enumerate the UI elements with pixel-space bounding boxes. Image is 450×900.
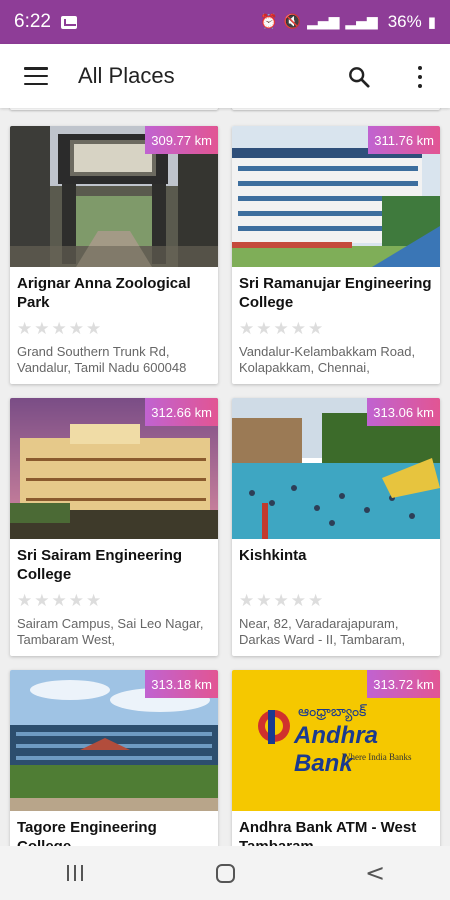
place-name: Andhra Bank ATM - West Tambaram	[239, 819, 417, 846]
star-icon[interactable]: ★	[291, 591, 306, 611]
place-name: Kishkinta	[239, 547, 307, 564]
place-name: Sri Ramanujar Engineering College	[239, 275, 432, 311]
place-card[interactable]: 312.66 km Sri Sairam Engineering College…	[10, 398, 218, 656]
rating-stars[interactable]: ★ ★ ★ ★ ★	[17, 591, 101, 611]
more-options-icon[interactable]	[412, 64, 428, 90]
star-icon[interactable]: ★	[256, 591, 271, 611]
rating-stars[interactable]: ★ ★ ★ ★ ★	[239, 591, 323, 611]
hamburger-menu-icon[interactable]	[24, 67, 48, 85]
distance-badge: 313.72 km	[367, 670, 440, 698]
place-name: Tagore Engineering College	[17, 819, 157, 846]
status-time: 6:22	[14, 11, 51, 32]
card-partial	[232, 108, 440, 110]
star-icon[interactable]: ★	[274, 591, 289, 611]
star-icon[interactable]: ★	[239, 319, 254, 339]
page-title: All Places	[78, 63, 175, 88]
star-icon[interactable]: ★	[256, 319, 271, 339]
home-button[interactable]	[195, 863, 255, 883]
card-partial	[10, 108, 218, 110]
place-name: Sri Sairam Engineering College	[17, 547, 183, 583]
distance-badge: 309.77 km	[145, 126, 218, 154]
mute-icon: 🔇	[283, 14, 302, 30]
search-icon[interactable]	[348, 66, 370, 88]
battery-percentage: 36%	[387, 12, 422, 31]
message-notification-icon	[60, 15, 77, 29]
star-icon[interactable]: ★	[17, 591, 32, 611]
signal-icon-2: ▂▄▆	[345, 14, 378, 30]
logo-tagline-text: Where India Banks	[342, 752, 412, 762]
star-icon[interactable]: ★	[34, 319, 49, 339]
app-bar: All Places	[0, 44, 450, 108]
star-icon[interactable]: ★	[86, 591, 101, 611]
star-icon[interactable]: ★	[52, 319, 67, 339]
logo-script-text: ఆంధ్రాబ్యాంక్	[298, 704, 367, 720]
rating-stars[interactable]: ★ ★ ★ ★ ★	[17, 319, 101, 339]
place-card[interactable]: 313.06 km Kishkinta ★ ★ ★ ★ ★ Near, 82, Vara…	[232, 398, 440, 656]
star-icon[interactable]: ★	[52, 591, 67, 611]
distance-badge: 311.76 km	[368, 126, 440, 154]
star-icon[interactable]: ★	[86, 319, 101, 339]
system-navigation-bar: <	[0, 846, 450, 900]
star-icon[interactable]: ★	[308, 319, 323, 339]
status-icons: ⏰ 🔇 ▂▄▆ ▂▄▆ 36% ▮	[260, 12, 436, 32]
distance-badge: 313.06 km	[367, 398, 440, 426]
battery-icon: ▮	[427, 13, 436, 31]
star-icon[interactable]: ★	[308, 591, 323, 611]
star-icon[interactable]: ★	[69, 319, 84, 339]
alarm-icon: ⏰	[260, 14, 278, 30]
place-card[interactable]: 313.18 km Tagore Engineering College ★★★…	[10, 670, 218, 846]
back-button-icon[interactable]: <	[345, 859, 405, 887]
places-grid: 309.77 km Arignar Anna Zoological Park ★…	[0, 108, 450, 846]
recents-button-icon[interactable]	[45, 865, 105, 881]
logo-name-text: Andhra Bank	[294, 722, 378, 777]
distance-badge: 312.66 km	[145, 398, 218, 426]
star-icon[interactable]: ★	[291, 319, 306, 339]
place-card[interactable]: ఆంధ్రాబ్యాంక్ Andhra Bank Where India Ba…	[232, 670, 440, 846]
place-address: Grand Southern Trunk Rd, Vandalur, Tamil…	[17, 344, 187, 375]
status-bar: 6:22 ⏰ 🔇 ▂▄▆ ▂▄▆ 36% ▮	[0, 0, 450, 44]
place-address: Near, 82, Varadarajapuram, Darkas Ward -…	[239, 616, 406, 647]
rating-stars[interactable]: ★ ★ ★ ★ ★	[239, 319, 323, 339]
star-icon[interactable]: ★	[17, 319, 32, 339]
place-card[interactable]: 311.76 km Sri Ramanujar Engineering Coll…	[232, 126, 440, 384]
star-icon[interactable]: ★	[274, 319, 289, 339]
distance-badge: 313.18 km	[145, 670, 218, 698]
place-name: Arignar Anna Zoological Park	[17, 275, 191, 311]
place-card[interactable]: 309.77 km Arignar Anna Zoological Park ★…	[10, 126, 218, 384]
star-icon[interactable]: ★	[239, 591, 254, 611]
signal-icon: ▂▄▆	[307, 14, 340, 30]
star-icon[interactable]: ★	[69, 591, 84, 611]
place-address: Vandalur-Kelambakkam Road, Kolapakkam, C…	[239, 344, 416, 375]
star-icon[interactable]: ★	[34, 591, 49, 611]
place-address: Sairam Campus, Sai Leo Nagar, Tambaram W…	[17, 616, 204, 647]
home-icon	[215, 863, 235, 883]
